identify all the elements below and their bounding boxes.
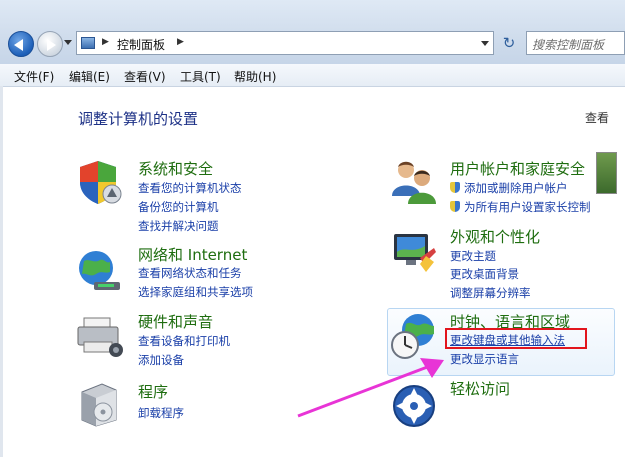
appearance-icon[interactable] — [390, 228, 438, 276]
category-system-security-title[interactable]: 系统和安全 — [138, 158, 213, 179]
menu-edit[interactable]: 编辑(E) — [69, 68, 110, 85]
breadcrumb-separator-icon[interactable]: ▶ — [102, 37, 109, 47]
search-placeholder: 搜索控制面板 — [532, 38, 605, 52]
link-change-desktop-background[interactable]: 更改桌面背景 — [450, 266, 519, 282]
system-security-icon[interactable] — [76, 158, 124, 206]
user-accounts-icon[interactable] — [390, 156, 438, 204]
menu-view[interactable]: 查看(V) — [124, 68, 166, 85]
user-photo-avatar — [596, 152, 617, 194]
back-button[interactable] — [8, 31, 34, 57]
uac-shield-icon — [450, 182, 460, 193]
link-view-computer-status[interactable]: 查看您的计算机状态 — [138, 180, 242, 196]
address-dropdown-icon[interactable] — [481, 41, 489, 46]
search-input[interactable]: 搜索控制面板 — [526, 31, 625, 55]
view-by-label[interactable]: 查看 — [585, 109, 609, 126]
link-view-network-status[interactable]: 查看网络状态和任务 — [138, 265, 242, 281]
recent-pages-chevron-icon[interactable] — [64, 40, 72, 45]
faded-content — [447, 398, 497, 438]
hardware-sound-icon[interactable] — [76, 312, 124, 360]
link-find-fix-problems[interactable]: 查找并解决问题 — [138, 218, 219, 234]
menu-file[interactable]: 文件(F) — [14, 68, 54, 85]
address-field[interactable]: ▶ 控制面板 ▶ — [76, 31, 494, 55]
category-user-accounts-title[interactable]: 用户帐户和家庭安全 — [450, 158, 585, 179]
page-title: 调整计算机的设置 — [78, 110, 199, 128]
link-change-display-language[interactable]: 更改显示语言 — [450, 351, 519, 367]
annotation-highlight-box — [445, 328, 587, 349]
window-left-edge — [0, 86, 3, 457]
link-devices-printers[interactable]: 查看设备和打印机 — [138, 333, 230, 349]
category-network-title[interactable]: 网络和 Internet — [138, 244, 247, 265]
forward-arrow-icon — [47, 39, 56, 51]
category-ease-of-access-title[interactable]: 轻松访问 — [450, 378, 510, 399]
back-arrow-icon — [14, 39, 23, 51]
forward-button[interactable] — [37, 31, 63, 57]
category-appearance-title[interactable]: 外观和个性化 — [450, 226, 540, 247]
menu-tools[interactable]: 工具(T) — [180, 68, 221, 85]
control-panel-icon — [81, 37, 95, 49]
uac-shield-icon — [450, 201, 460, 212]
breadcrumb-separator-icon[interactable]: ▶ — [177, 37, 184, 47]
network-internet-icon[interactable] — [76, 246, 124, 294]
annotation-arrow-icon — [297, 358, 444, 418]
link-change-theme[interactable]: 更改主题 — [450, 248, 496, 264]
link-adjust-resolution[interactable]: 调整屏幕分辨率 — [450, 285, 531, 301]
category-hardware-title[interactable]: 硬件和声音 — [138, 311, 213, 332]
menu-help[interactable]: 帮助(H) — [234, 68, 276, 85]
category-programs-title[interactable]: 程序 — [138, 381, 168, 402]
refresh-icon[interactable]: ↻ — [497, 31, 521, 55]
link-homegroup-sharing[interactable]: 选择家庭组和共享选项 — [138, 284, 253, 300]
link-add-device[interactable]: 添加设备 — [138, 352, 184, 368]
link-parental-controls[interactable]: 为所有用户设置家长控制 — [464, 199, 591, 215]
link-add-remove-accounts[interactable]: 添加或删除用户帐户 — [464, 180, 568, 196]
link-backup-computer[interactable]: 备份您的计算机 — [138, 199, 219, 215]
menu-bar: 文件(F) 编辑(E) 查看(V) 工具(T) 帮助(H) — [0, 64, 625, 87]
programs-icon[interactable] — [76, 380, 124, 428]
breadcrumb-control-panel[interactable]: 控制面板 — [117, 36, 165, 53]
link-uninstall-program[interactable]: 卸载程序 — [138, 405, 184, 421]
